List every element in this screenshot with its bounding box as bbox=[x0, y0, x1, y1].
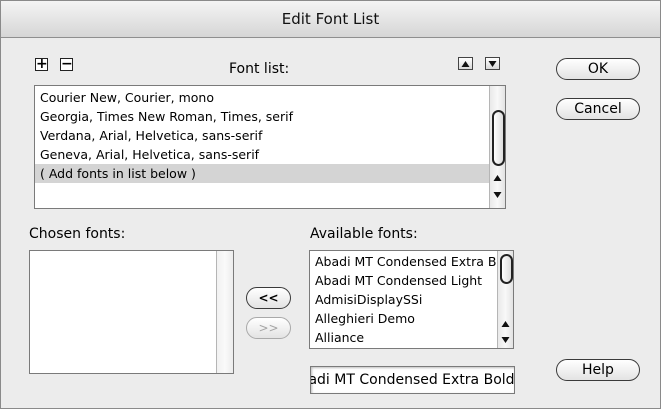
ok-button[interactable]: OK bbox=[556, 58, 640, 80]
add-font-button[interactable]: + bbox=[35, 56, 48, 72]
font-name-field[interactable]: Abadi MT Condensed Extra Bold bbox=[310, 366, 515, 394]
available-fonts-label: Available fonts: bbox=[310, 226, 418, 242]
font-list-item[interactable]: Courier New, Courier, mono bbox=[35, 88, 505, 107]
font-list-item-selected[interactable]: ( Add fonts in list below ) bbox=[35, 164, 505, 183]
available-fonts-scrollbar[interactable] bbox=[497, 251, 513, 348]
scroll-down-arrow-icon[interactable] bbox=[501, 336, 510, 344]
font-list-item[interactable]: Verdana, Arial, Helvetica, sans-serif bbox=[35, 126, 505, 145]
title-bar[interactable]: Edit Font List bbox=[1, 1, 660, 38]
font-name-field-value: Abadi MT Condensed Extra Bold bbox=[310, 372, 515, 388]
chosen-fonts-list[interactable] bbox=[29, 250, 234, 374]
remove-font-button[interactable]: − bbox=[60, 56, 73, 72]
available-fonts-list[interactable]: Abadi MT Condensed Extra Bold Abadi MT C… bbox=[309, 250, 514, 349]
edit-font-list-dialog: Edit Font List + − Font list: Courier Ne… bbox=[0, 0, 661, 409]
available-font-item[interactable]: Abadi MT Condensed Extra Bold bbox=[310, 252, 513, 271]
scrollbar-thumb[interactable] bbox=[492, 110, 505, 166]
scroll-down-arrow-icon[interactable] bbox=[493, 191, 502, 199]
add-to-chosen-button[interactable]: << bbox=[246, 287, 291, 309]
scroll-up-arrow-icon[interactable] bbox=[493, 174, 502, 182]
scroll-up-arrow-icon[interactable] bbox=[501, 320, 510, 328]
plus-icon: + bbox=[36, 56, 48, 72]
available-font-item[interactable]: Alleghieri Demo bbox=[310, 309, 513, 328]
available-font-item[interactable]: AdmisiDisplaySSi bbox=[310, 290, 513, 309]
font-list-label: Font list: bbox=[229, 61, 290, 77]
font-list[interactable]: Courier New, Courier, mono Georgia, Time… bbox=[34, 85, 506, 209]
available-font-item[interactable]: Abadi MT Condensed Light bbox=[310, 271, 513, 290]
available-font-item[interactable]: Alliance bbox=[310, 328, 513, 347]
minus-icon: − bbox=[61, 56, 73, 72]
window-title: Edit Font List bbox=[281, 10, 380, 28]
chosen-fonts-label: Chosen fonts: bbox=[29, 226, 126, 242]
font-list-scrollbar[interactable] bbox=[489, 86, 505, 208]
font-list-item[interactable]: Georgia, Times New Roman, Times, serif bbox=[35, 107, 505, 126]
triangle-down-icon bbox=[488, 61, 497, 67]
cancel-button[interactable]: Cancel bbox=[556, 98, 640, 120]
scrollbar-thumb[interactable] bbox=[500, 254, 513, 284]
chosen-fonts-scrollbar[interactable] bbox=[216, 251, 233, 373]
remove-from-chosen-button[interactable]: >> bbox=[246, 317, 291, 339]
font-list-item[interactable]: Geneva, Arial, Helvetica, sans-serif bbox=[35, 145, 505, 164]
help-button[interactable]: Help bbox=[556, 359, 640, 381]
triangle-up-icon bbox=[461, 61, 470, 67]
move-up-button[interactable] bbox=[458, 57, 473, 70]
move-down-button[interactable] bbox=[485, 57, 500, 70]
